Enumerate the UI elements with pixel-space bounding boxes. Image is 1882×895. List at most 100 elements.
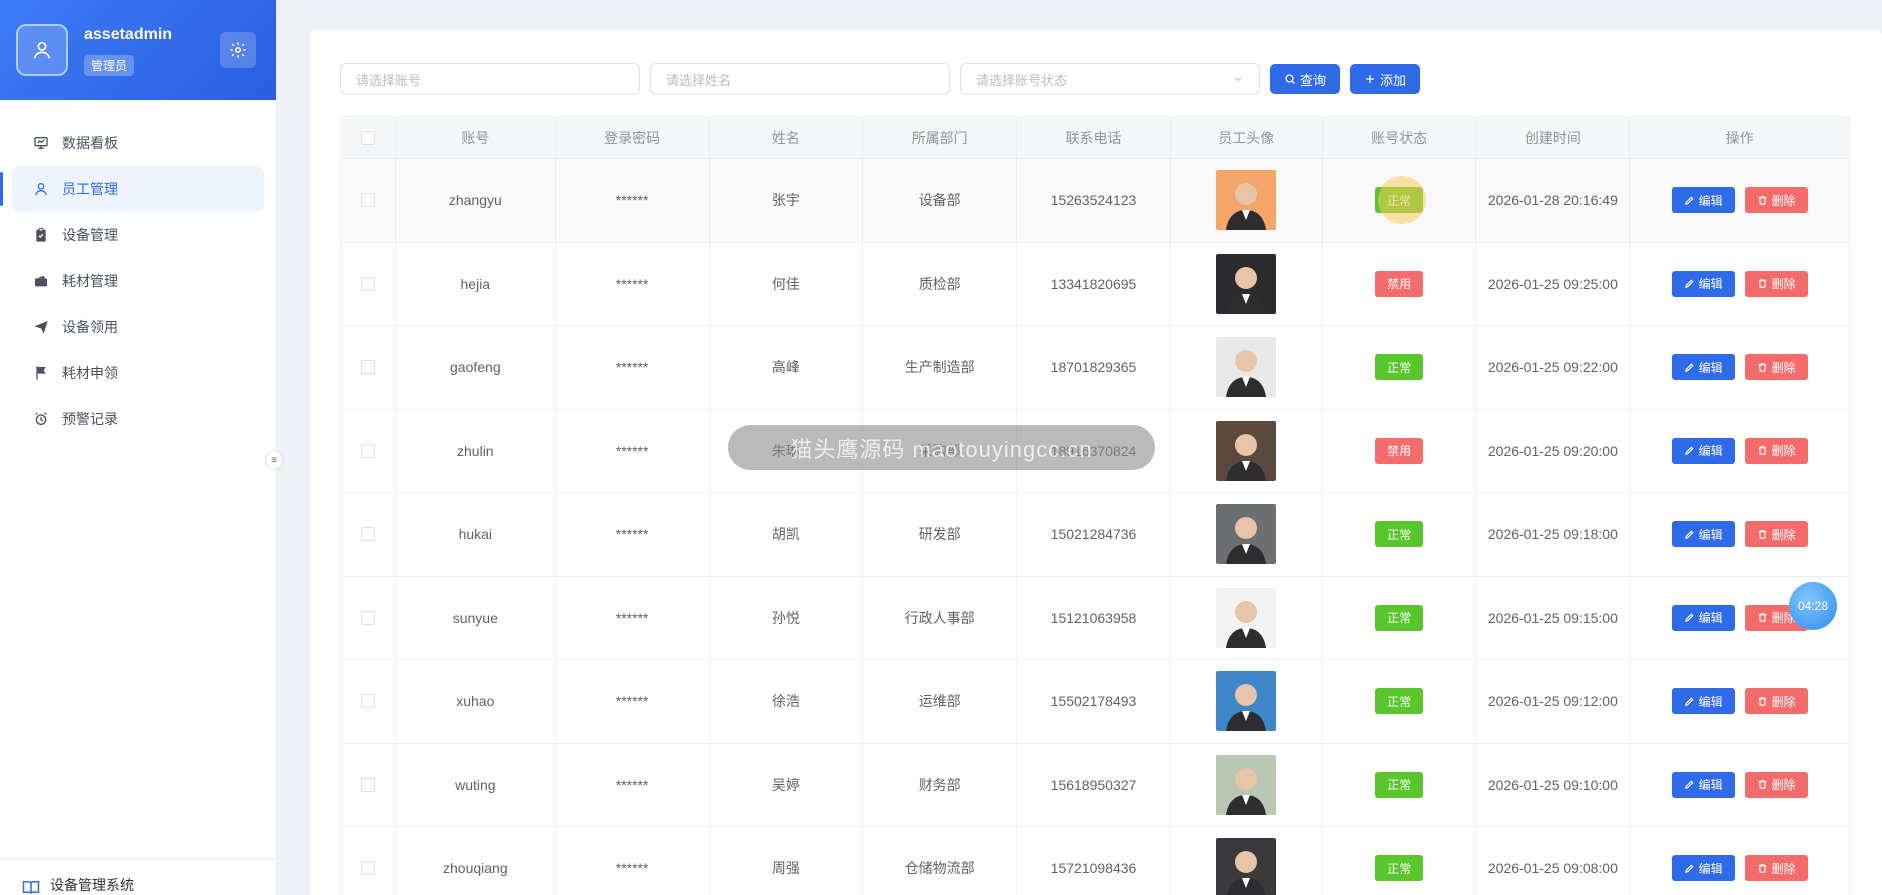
row-checkbox[interactable]	[360, 193, 375, 208]
chevron-down-icon	[1234, 77, 1242, 82]
delete-button[interactable]: 删除	[1744, 270, 1808, 297]
username: assetadmin	[84, 26, 173, 43]
sidebar-item-consumable-request[interactable]: 耗材申领	[12, 350, 264, 396]
row-checkbox[interactable]	[360, 777, 375, 792]
select-all-checkbox[interactable]	[360, 130, 375, 145]
avatar-cell	[1171, 242, 1323, 325]
delete-button[interactable]: 删除	[1744, 354, 1808, 381]
timer-bubble[interactable]: 04:28	[1789, 582, 1837, 630]
sidebar-collapse-button[interactable]: ≡	[265, 450, 283, 470]
sidebar-item-label: 耗材申领	[62, 365, 118, 381]
edit-button[interactable]: 编辑	[1671, 771, 1735, 798]
password-cell: ******	[556, 743, 710, 826]
avatar-cell	[1171, 493, 1323, 576]
delete-button[interactable]: 删除	[1744, 688, 1808, 715]
operations-cell: 编辑 删除	[1630, 243, 1849, 326]
query-button[interactable]: 查询	[1270, 64, 1341, 94]
table-row: zhangyu******张宇设备部15263524123正常2026-01-2…	[341, 159, 1849, 243]
row-checkbox[interactable]	[360, 443, 375, 458]
sidebar-item-devices[interactable]: 设备管理	[12, 212, 264, 258]
row-checkbox[interactable]	[360, 360, 375, 375]
employee-photo[interactable]	[1216, 587, 1277, 648]
sidebar-item-device-requisition[interactable]: 设备领用	[12, 304, 264, 350]
edit-button[interactable]: 编辑	[1671, 604, 1735, 631]
status-cell: 正常	[1323, 326, 1477, 409]
row-select-cell	[341, 827, 396, 895]
edit-button[interactable]: 编辑	[1671, 187, 1735, 214]
department-cell: 仓储物流部	[863, 827, 1018, 895]
edit-button[interactable]: 编辑	[1671, 270, 1735, 297]
employee-photo[interactable]	[1216, 838, 1277, 895]
add-button[interactable]: 添加	[1350, 64, 1421, 94]
trash-icon	[1758, 864, 1766, 873]
sidebar-item-consumables[interactable]: 耗材管理	[12, 258, 264, 304]
wallet-icon	[32, 272, 50, 290]
employee-photo[interactable]	[1216, 337, 1277, 398]
settings-button[interactable]	[220, 32, 256, 68]
trash-icon	[1758, 780, 1766, 789]
avatar-cell	[1171, 409, 1323, 492]
account-cell: sunyue	[396, 576, 556, 659]
account-cell: hejia	[396, 242, 556, 325]
name-cell: 高峰	[710, 326, 864, 409]
employee-photo[interactable]	[1216, 253, 1277, 314]
name-cell: 何佳	[710, 242, 864, 325]
row-checkbox[interactable]	[360, 527, 375, 542]
sidebar-menu: 数据看板 员工管理 设备管理 耗材管理 设备领用 耗材申领 预警记录	[0, 120, 276, 442]
monitor-icon	[32, 134, 50, 152]
sidebar-item-dashboard[interactable]: 数据看板	[12, 120, 264, 166]
sidebar-item-alerts[interactable]: 预警记录	[12, 396, 264, 442]
column-header: 登录密码	[556, 117, 710, 158]
account-cell: wuting	[396, 743, 556, 826]
edit-button[interactable]: 编辑	[1671, 354, 1735, 381]
edit-button[interactable]: 编辑	[1671, 855, 1735, 882]
query-button-label: 查询	[1300, 72, 1327, 88]
department-cell: 财务部	[863, 743, 1018, 826]
edit-button-label: 编辑	[1698, 611, 1723, 626]
employee-photo[interactable]	[1216, 170, 1277, 231]
edit-button-label: 编辑	[1698, 778, 1723, 793]
flag-icon	[32, 364, 50, 382]
add-button-label: 添加	[1380, 72, 1407, 88]
column-header: 账号	[396, 117, 556, 158]
table-row: wuting ****** 吴婷 财务部 15618950327 正常 2026-01-25…	[341, 743, 1849, 827]
edit-button[interactable]: 编辑	[1671, 437, 1735, 464]
name-filter-input[interactable]: 请选择姓名	[650, 63, 950, 95]
trash-icon	[1758, 530, 1766, 539]
account-cell: xuhao	[396, 660, 556, 743]
account-filter-input[interactable]: 请选择账号	[340, 63, 640, 95]
row-checkbox[interactable]	[360, 694, 375, 709]
status-cell: 正常	[1323, 576, 1477, 659]
edit-button[interactable]: 编辑	[1671, 688, 1735, 715]
password-cell: ******	[556, 242, 710, 325]
row-checkbox[interactable]	[360, 861, 375, 876]
table-row: xuhao ****** 徐浩 运维部 15502178493 正常 2026-01-25 …	[341, 660, 1849, 744]
delete-button[interactable]: 删除	[1744, 437, 1808, 464]
avatar-cell	[1171, 576, 1323, 659]
sidebar-item-employees[interactable]: 员工管理	[0, 166, 264, 212]
row-checkbox[interactable]	[360, 276, 375, 291]
status-filter-select[interactable]: 请选择账号状态	[960, 63, 1260, 95]
status-badge: 正常	[1375, 771, 1424, 798]
trash-icon	[1758, 363, 1766, 372]
clipboard-icon	[32, 226, 50, 244]
row-select-cell	[341, 493, 396, 576]
avatar-cell	[1171, 159, 1323, 242]
delete-button[interactable]: 删除	[1744, 187, 1808, 214]
employee-photo[interactable]	[1216, 671, 1277, 732]
delete-button[interactable]: 删除	[1744, 855, 1808, 882]
delete-button-label: 删除	[1771, 527, 1796, 542]
delete-button[interactable]: 删除	[1744, 521, 1808, 548]
employee-photo[interactable]	[1216, 754, 1277, 815]
status-badge: 正常	[1375, 521, 1424, 548]
column-header: 员工头像	[1171, 117, 1323, 158]
employee-photo[interactable]	[1216, 420, 1277, 481]
table-row: zhouqiang ****** 周强 仓储物流部 15721098436 正常 2026-…	[341, 827, 1849, 895]
delete-button[interactable]: 删除	[1744, 771, 1808, 798]
avatar[interactable]	[16, 24, 68, 76]
created-time-cell: 2026-01-25 09:22:00	[1476, 326, 1631, 409]
employee-photo[interactable]	[1216, 504, 1277, 565]
row-checkbox[interactable]	[360, 610, 375, 625]
operations-cell: 编辑 删除	[1630, 660, 1849, 743]
edit-button[interactable]: 编辑	[1671, 521, 1735, 548]
